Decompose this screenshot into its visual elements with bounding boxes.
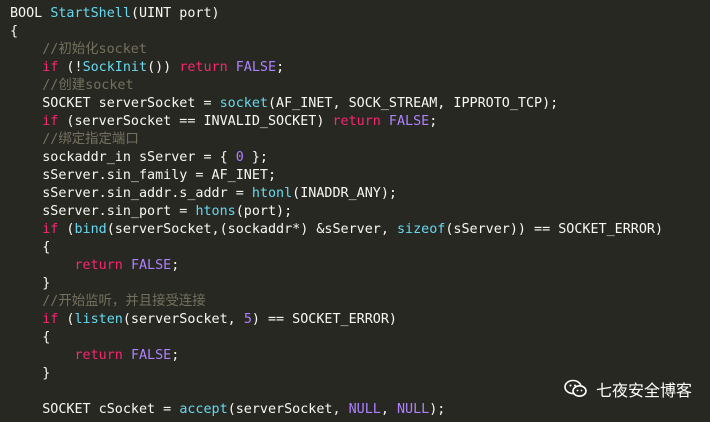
watermark-text: 七夜安全博客 <box>595 381 692 400</box>
code-line: SOCKET serverSocket = socket(AF_INET, SO… <box>10 95 710 113</box>
code-token: ); <box>429 402 446 417</box>
code-token: if <box>42 114 59 129</box>
code-token: ; <box>171 258 180 273</box>
watermark: 七夜安全博客 <box>564 377 692 401</box>
code-line: } <box>10 275 710 293</box>
code-line: //绑定指定端口 <box>10 131 710 149</box>
code-line: if (serverSocket == INVALID_SOCKET) retu… <box>10 113 710 131</box>
code-token: if <box>42 312 59 327</box>
code-line: { <box>10 23 710 41</box>
code-token: htons <box>195 204 236 219</box>
code-token: }; <box>243 150 268 165</box>
code-token: (serverSocket, <box>122 312 244 327</box>
code-token: (serverSocket, <box>227 402 349 417</box>
code-token: ) == SOCKET_ERROR) <box>251 312 397 327</box>
code-token: bind <box>74 222 107 237</box>
code-token: //开始监听，并且接受连接 <box>10 294 206 309</box>
wechat-icon <box>564 379 588 399</box>
code-token: SOCKET serverSocket = <box>10 96 220 111</box>
code-token: //初始化socket <box>10 42 147 57</box>
code-token: //绑定指定端口 <box>10 132 139 147</box>
code-token: } <box>10 366 51 381</box>
code-line: return FALSE; <box>10 347 710 365</box>
code-token: if <box>42 60 59 75</box>
code-token: { <box>10 330 51 345</box>
code-token: SOCKET cSocket = <box>10 402 180 417</box>
code-token: FALSE <box>388 114 430 129</box>
code-token: listen <box>74 312 123 327</box>
code-token: (UINT port) <box>130 6 220 21</box>
code-token: FALSE <box>130 258 172 273</box>
code-token: { <box>10 24 19 39</box>
code-line: return FALSE; <box>10 257 710 275</box>
code-line: sServer.sin_addr.s_addr = htonl(INADDR_A… <box>10 185 710 203</box>
code-token: NULL <box>348 402 381 417</box>
code-line: if (!SockInit()) return FALSE; <box>10 59 710 77</box>
code-token: StartShell <box>50 6 131 21</box>
code-token: ( <box>58 312 75 327</box>
code-line: BOOL StartShell(UINT port) <box>10 5 710 23</box>
code-token: FALSE <box>130 348 172 363</box>
code-line: if (listen(serverSocket, 5) == SOCKET_ER… <box>10 311 710 329</box>
code-token: socket <box>219 96 268 111</box>
code-token: return <box>74 348 123 363</box>
code-token: if <box>42 222 59 237</box>
code-token: sockaddr_in sServer = { <box>10 150 236 165</box>
code-token: return <box>332 114 381 129</box>
code-token: 5 <box>243 312 252 327</box>
code-token: (serverSocket == INVALID_SOCKET) <box>58 114 333 129</box>
code-token: //创建socket <box>10 78 134 93</box>
code-token: ; <box>429 114 438 129</box>
code-token: (! <box>58 60 83 75</box>
code-token: ( <box>58 222 75 237</box>
code-token: FALSE <box>235 60 277 75</box>
code-token: NULL <box>397 402 430 417</box>
code-token: SockInit <box>82 60 148 75</box>
code-line: { <box>10 239 710 257</box>
code-line: //创建socket <box>10 77 710 95</box>
code-token: accept <box>179 402 228 417</box>
code-token: htonl <box>251 186 293 201</box>
code-line: sockaddr_in sServer = { 0 }; <box>10 149 710 167</box>
code-line: SOCKET cSocket = accept(serverSocket, NU… <box>10 401 710 419</box>
code-token: ; <box>171 348 180 363</box>
code-token: sizeof <box>396 222 446 237</box>
code-token: ; <box>276 60 285 75</box>
code-token: (AF_INET, SOCK_STREAM, IPPROTO_TCP); <box>267 96 559 111</box>
code-token: (serverSocket,(sockaddr*) &sServer, <box>106 222 397 237</box>
code-line: { <box>10 329 710 347</box>
code-line: sServer.sin_family = AF_INET; <box>10 167 710 185</box>
code-token: return <box>179 60 228 75</box>
code-editor[interactable]: BOOL StartShell(UINT port){ //初始化socket … <box>10 5 710 422</box>
code-token: } <box>10 276 51 291</box>
code-token: BOOL <box>10 6 51 21</box>
code-token: return <box>74 258 123 273</box>
code-token: { <box>10 240 51 255</box>
code-line: sServer.sin_port = htons(port); <box>10 203 710 221</box>
code-token: 0 <box>235 150 244 165</box>
code-token: ()) <box>147 60 180 75</box>
code-token: sServer.sin_port = <box>10 204 196 219</box>
code-line: //初始化socket <box>10 41 710 59</box>
code-line: //开始监听，并且接受连接 <box>10 293 710 311</box>
code-token: sServer.sin_addr.s_addr = <box>10 186 252 201</box>
code-token: , <box>380 402 397 417</box>
code-token: (port); <box>235 204 293 219</box>
code-token: sServer.sin_family = AF_INET; <box>10 168 277 183</box>
code-line: if (bind(serverSocket,(sockaddr*) &sServ… <box>10 221 710 239</box>
code-token: (sServer)) == SOCKET_ERROR) <box>445 222 664 237</box>
code-token: (INADDR_ANY); <box>292 186 397 201</box>
